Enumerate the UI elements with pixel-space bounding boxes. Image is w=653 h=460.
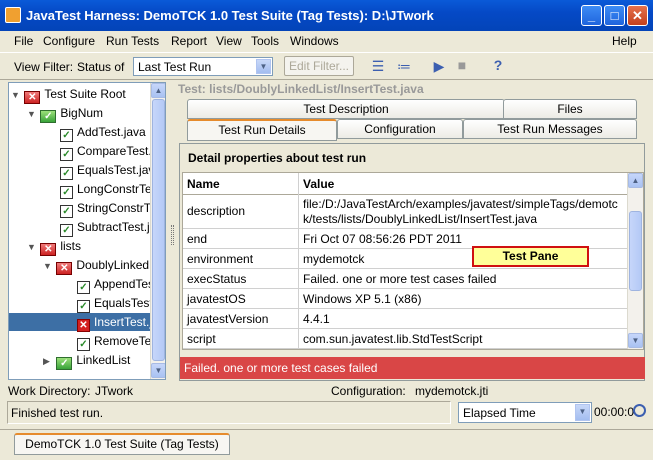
tree-node-selected[interactable]: ✕ InsertTest.java [9, 313, 165, 332]
scroll-up-icon[interactable]: ▲ [628, 173, 643, 188]
failed-test-icon: ✕ [77, 319, 90, 332]
table-row[interactable]: script com.sun.javatest.lib.StdTestScrip… [183, 329, 629, 349]
scroll-thumb[interactable] [152, 99, 165, 361]
chevron-down-icon: ▼ [256, 59, 271, 74]
toolbar: View Filter: Status of Last Test Run ▼ E… [0, 52, 653, 80]
menu-report[interactable]: Report [171, 34, 207, 48]
tab-demotck[interactable]: DemoTCK 1.0 Test Suite (Tag Tests) [14, 433, 230, 455]
tab-files[interactable]: Files [503, 99, 637, 119]
test-tree: ▼ ✕ Test Suite Root ▼ ✓ BigNum ✓ AddTest.ja… [8, 82, 166, 380]
passed-test-icon: ✓ [77, 300, 90, 313]
tree-node-bignum[interactable]: ▼ ✓ BigNum [27, 104, 103, 123]
failed-folder-icon: ✕ [40, 243, 57, 256]
tab-test-run-details[interactable]: Test Run Details [187, 119, 337, 141]
window-title: JavaTest Harness: DemoTCK 1.0 Test Suite… [26, 8, 434, 23]
chevron-down-icon: ▼ [575, 404, 590, 421]
column-header-value: Value [303, 177, 335, 191]
scroll-down-icon[interactable]: ▼ [151, 363, 165, 378]
status-field: Finished test run. [7, 401, 451, 424]
table-row[interactable]: javatestOS Windows XP 5.1 (x86) [183, 289, 629, 309]
result-status: Failed. one or more test cases failed [180, 357, 645, 379]
minimize-button[interactable]: _ [581, 5, 602, 26]
menu-tools[interactable]: Tools [251, 34, 279, 48]
list-numbered-icon[interactable]: ☰ [368, 58, 388, 75]
passed-test-icon: ✓ [60, 186, 73, 199]
tab-test-run-messages[interactable]: Test Run Messages [463, 119, 637, 139]
table-header: Name Value [183, 173, 629, 195]
tab-test-description[interactable]: Test Description [187, 99, 505, 119]
close-button[interactable]: ✕ [627, 5, 648, 26]
config-label: Configuration: [331, 384, 406, 398]
maximize-button[interactable]: □ [604, 5, 625, 26]
passed-test-icon: ✓ [60, 167, 73, 180]
title-bar: JavaTest Harness: DemoTCK 1.0 Test Suite… [0, 0, 653, 31]
tree-node-root[interactable]: ▼ ✕ Test Suite Root [11, 85, 126, 104]
expand-icon: ▼ [43, 261, 52, 271]
view-filter-label: View Filter: [14, 60, 74, 74]
tree-node-test[interactable]: ✓ AddTest.java [60, 123, 146, 142]
menu-bar: File Configure Run Tests Report View Too… [0, 31, 653, 51]
app-icon [5, 7, 21, 23]
scroll-up-icon[interactable]: ▲ [151, 83, 165, 98]
failed-folder-icon: ✕ [24, 91, 41, 104]
table-row[interactable]: execStatus Failed. one or more test case… [183, 269, 629, 289]
panel-heading: Detail properties about test run [188, 151, 367, 165]
config-value: mydemotck.jti [415, 384, 489, 398]
test-path: Test: lists/DoublyLinkedList/InsertTest.… [178, 82, 424, 96]
tree-node-test[interactable]: ✓EqualsTest.java [60, 161, 161, 180]
tree-node-lists[interactable]: ▼ ✕ lists [27, 237, 81, 256]
passed-folder-icon: ✓ [40, 110, 57, 123]
view-filter-select[interactable]: Last Test Run ▼ [133, 57, 273, 76]
status-of-label: Status of [77, 60, 125, 74]
splitter-handle[interactable] [171, 225, 174, 245]
list-bullet-icon[interactable]: ≔ [394, 58, 414, 75]
menu-windows[interactable]: Windows [290, 34, 339, 48]
tab-configuration[interactable]: Configuration [337, 119, 463, 139]
table-scrollbar[interactable]: ▲ ▼ [627, 173, 643, 349]
scroll-thumb[interactable] [629, 211, 642, 291]
stop-icon[interactable]: ■ [452, 57, 472, 73]
expand-icon: ▼ [11, 90, 20, 100]
document-tabs: DemoTCK 1.0 Test Suite (Tag Tests) [0, 429, 653, 460]
tree-node-linkedlist[interactable]: ▶ ✓ LinkedList [43, 351, 130, 370]
failed-folder-icon: ✕ [56, 262, 73, 275]
workdir-label: Work Directory: [8, 384, 91, 398]
collapse-icon: ▶ [43, 356, 50, 366]
passed-test-icon: ✓ [60, 129, 73, 142]
play-icon[interactable]: ▶ [429, 58, 449, 75]
view-filter-value: Last Test Run [138, 60, 212, 74]
tree-scrollbar[interactable]: ▲ ▼ [150, 83, 165, 379]
menu-configure[interactable]: Configure [43, 34, 95, 48]
table-row[interactable]: description file:/D:/JavaTestArch/exampl… [183, 195, 629, 229]
passed-folder-icon: ✓ [56, 357, 73, 370]
edit-filter-button[interactable]: Edit Filter... [284, 56, 354, 76]
menu-run-tests[interactable]: Run Tests [106, 34, 159, 48]
passed-test-icon: ✓ [60, 148, 73, 161]
menu-file[interactable]: File [14, 34, 33, 48]
expand-icon: ▼ [27, 242, 36, 252]
table-row[interactable]: javatestVersion 4.4.1 [183, 309, 629, 329]
elapsed-time-select[interactable]: Elapsed Time ▼ [458, 402, 592, 423]
scroll-down-icon[interactable]: ▼ [628, 333, 643, 348]
passed-test-icon: ✓ [60, 205, 73, 218]
tree-node-dll[interactable]: ▼ ✕ DoublyLinkedList [43, 256, 165, 275]
menu-help[interactable]: Help [612, 34, 637, 48]
bottom-info: Work Directory: JTwork Configuration: my… [0, 381, 653, 429]
passed-test-icon: ✓ [77, 338, 90, 351]
magnifier-icon[interactable] [633, 404, 646, 417]
column-header-name: Name [183, 173, 299, 195]
workdir-value: JTwork [95, 384, 134, 398]
timer-value: 00:00:0 [594, 405, 635, 419]
passed-test-icon: ✓ [60, 224, 73, 237]
menu-view[interactable]: View [216, 34, 242, 48]
help-icon[interactable]: ? [488, 57, 508, 73]
expand-icon: ▼ [27, 109, 36, 119]
test-pane-tooltip: Test Pane [472, 246, 589, 267]
passed-test-icon: ✓ [77, 281, 90, 294]
